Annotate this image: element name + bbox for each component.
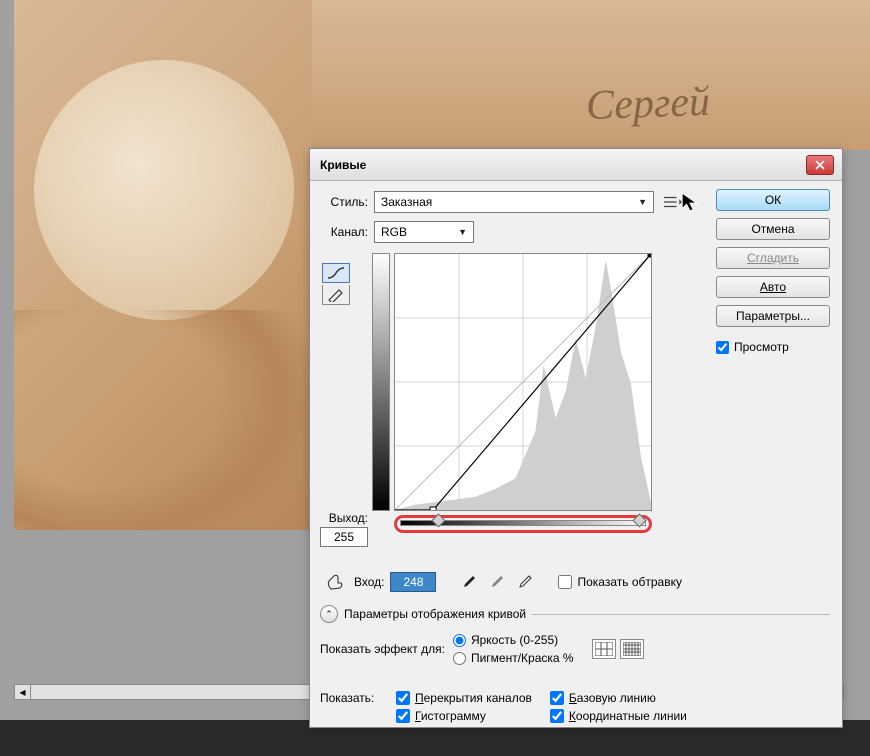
photo-vignette bbox=[34, 60, 294, 320]
auto-button[interactable]: Авто bbox=[716, 276, 830, 298]
input-gradient-bar[interactable] bbox=[400, 520, 646, 526]
output-gradient-bar bbox=[372, 253, 390, 511]
options-button[interactable]: Параметры... bbox=[716, 305, 830, 327]
display-options-toggle[interactable]: ⌃ bbox=[320, 605, 338, 623]
channel-overlay-checkbox[interactable] bbox=[396, 691, 410, 705]
pencil-tool-button[interactable] bbox=[322, 285, 350, 305]
document-preview bbox=[14, 0, 312, 530]
script-name-text: Сергей bbox=[585, 78, 711, 130]
preview-label: Просмотр bbox=[734, 340, 789, 354]
dialog-titlebar[interactable]: Кривые bbox=[310, 149, 842, 181]
effect-label: Показать эффект для: bbox=[320, 642, 445, 656]
targeted-adjust-button[interactable] bbox=[322, 571, 348, 593]
output-value-field[interactable]: 255 bbox=[320, 527, 368, 547]
curves-graph[interactable] bbox=[394, 253, 652, 511]
white-point-slider[interactable] bbox=[633, 513, 647, 527]
pigment-radio[interactable] bbox=[453, 652, 466, 665]
histogram-checkbox[interactable] bbox=[396, 709, 410, 723]
curves-graph-zone bbox=[372, 253, 690, 565]
show-label: Показать: bbox=[320, 691, 386, 723]
ok-button[interactable]: ОК bbox=[716, 189, 830, 211]
brightness-radio[interactable] bbox=[453, 634, 466, 647]
intersect-label: Координатные линии bbox=[569, 709, 687, 723]
intersect-checkbox[interactable] bbox=[550, 709, 564, 723]
scroll-left-button[interactable]: ◂ bbox=[15, 685, 31, 699]
channel-label: Канал: bbox=[324, 225, 368, 239]
chevron-down-icon: ▼ bbox=[458, 227, 467, 237]
dialog-title: Кривые bbox=[320, 158, 806, 172]
grid-fine-button[interactable] bbox=[620, 639, 644, 659]
chevron-down-icon: ▼ bbox=[638, 197, 647, 207]
channel-dropdown[interactable]: RGB ▼ bbox=[374, 221, 474, 243]
cancel-button[interactable]: Отмена bbox=[716, 218, 830, 240]
black-point-slider[interactable] bbox=[432, 513, 446, 527]
divider bbox=[532, 614, 830, 615]
preset-dropdown[interactable]: Заказная ▼ bbox=[374, 191, 654, 213]
gray-eyedropper-button[interactable] bbox=[486, 572, 508, 592]
input-value-field[interactable]: 248 bbox=[390, 572, 436, 592]
black-eyedropper-button[interactable] bbox=[458, 572, 480, 592]
smooth-button[interactable]: Сгладить bbox=[716, 247, 830, 269]
pigment-radio-label: Пигмент/Краска % bbox=[471, 651, 574, 665]
output-label: Выход: bbox=[320, 511, 368, 525]
curves-dialog: Кривые Стиль: Заказная ▼ Канал: RGB ▼ bbox=[309, 148, 843, 728]
close-button[interactable] bbox=[806, 155, 834, 175]
histogram-label: Гистограмму bbox=[415, 709, 486, 723]
style-label: Стиль: bbox=[324, 195, 368, 209]
close-icon bbox=[815, 160, 825, 170]
channel-overlay-label: Перекрытия каналов bbox=[415, 691, 532, 705]
mouse-cursor bbox=[680, 191, 702, 216]
brightness-radio-label: Яркость (0-255) bbox=[471, 633, 558, 647]
grid-coarse-button[interactable] bbox=[592, 639, 616, 659]
white-eyedropper-button[interactable] bbox=[514, 572, 536, 592]
show-clipping-label: Показать обтравку bbox=[577, 575, 682, 589]
preset-value: Заказная bbox=[381, 195, 432, 209]
channel-value: RGB bbox=[381, 225, 407, 239]
curve-tool-button[interactable] bbox=[322, 263, 350, 283]
input-label: Вход: bbox=[354, 575, 384, 589]
display-options-label: Параметры отображения кривой bbox=[344, 607, 526, 621]
show-clipping-checkbox[interactable] bbox=[558, 575, 572, 589]
ornament-swirl bbox=[14, 310, 312, 530]
preview-checkbox[interactable] bbox=[716, 341, 729, 354]
dialog-body: Стиль: Заказная ▼ Канал: RGB ▼ bbox=[310, 181, 842, 261]
input-slider-highlight bbox=[394, 515, 652, 533]
baseline-checkbox[interactable] bbox=[550, 691, 564, 705]
baseline-label: Базовую линию bbox=[569, 691, 656, 705]
